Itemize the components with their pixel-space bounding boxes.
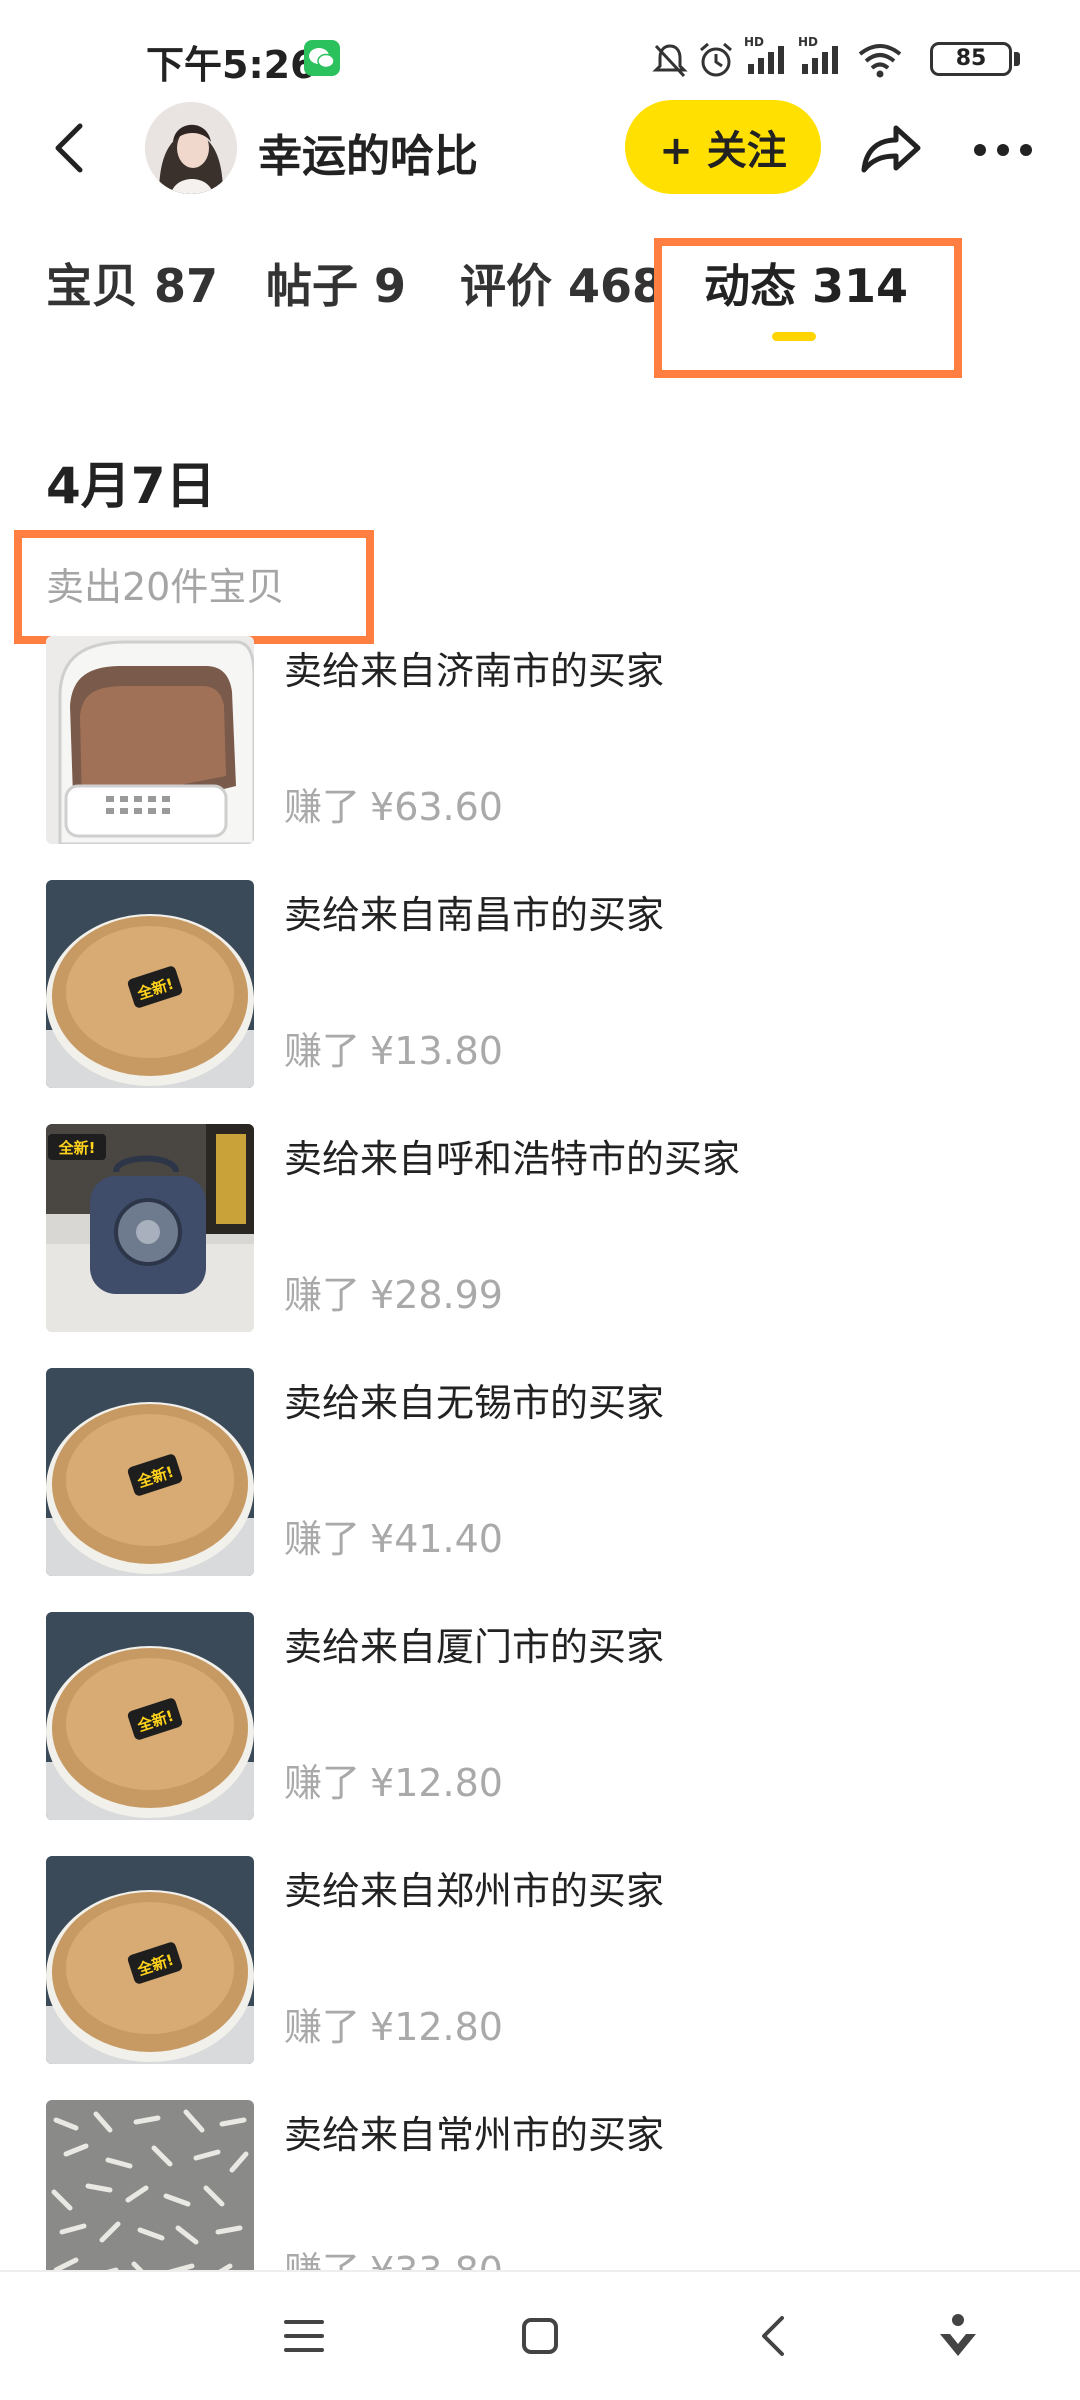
earned-amount: ¥28.99 (370, 1273, 503, 1317)
wechat-icon (304, 40, 340, 76)
more-dots-icon (974, 144, 1032, 156)
back-chevron-icon (762, 2316, 784, 2356)
date-heading: 4月7日 (46, 457, 216, 515)
earned-amount: ¥41.40 (370, 1517, 503, 1561)
earned-label: 赚了 (284, 1273, 361, 1317)
item-earned: 赚了 ¥12.80 (284, 1996, 503, 2051)
share-button[interactable] (858, 118, 924, 180)
cardboard-scratcher-image: 全新! (46, 1612, 254, 1820)
home-button[interactable] (500, 2296, 580, 2376)
more-button[interactable] (970, 120, 1036, 180)
item-earned: 赚了 ¥63.60 (284, 776, 503, 831)
battery-icon: 85 (930, 42, 1012, 76)
status-time: 下午5:26 (146, 43, 317, 87)
list-item[interactable]: 全新! 卖给来自厦门市的买家 赚了 ¥12.80 (46, 1612, 1046, 1822)
back-button[interactable] (42, 118, 102, 178)
svg-text:HD: HD (798, 35, 818, 49)
item-title: 卖给来自厦门市的买家 (284, 1625, 665, 1669)
product-badge-text: 全新! (58, 1139, 96, 1157)
item-title: 卖给来自郑州市的买家 (284, 1869, 665, 1913)
earned-amount: ¥63.60 (370, 785, 503, 829)
item-earned: 赚了 ¥41.40 (284, 1508, 503, 1563)
system-nav-bar (0, 2270, 1080, 2400)
signal-hd-icon: HD (798, 35, 838, 74)
profile-name[interactable]: 幸运的哈比 (258, 120, 478, 184)
item-earned: 赚了 ¥12.80 (284, 1752, 503, 1807)
item-title: 卖给来自无锡市的买家 (284, 1381, 665, 1425)
system-back-button[interactable] (736, 2296, 816, 2376)
tab-items[interactable]: 宝贝 87 (46, 250, 218, 316)
signal-hd-icon: HD (744, 35, 784, 74)
item-title: 卖给来自南昌市的买家 (284, 893, 665, 937)
tab-reviews[interactable]: 评价 468 (460, 250, 664, 316)
earned-label: 赚了 (284, 1029, 361, 1073)
item-earned: 赚了 ¥13.80 (284, 1020, 503, 1075)
list-item[interactable]: 全新! 卖给来自郑州市的买家 赚了 ¥12.80 (46, 1856, 1046, 2066)
item-title: 卖给来自常州市的买家 (284, 2113, 665, 2157)
recent-apps-button[interactable] (264, 2296, 344, 2376)
home-square-icon (522, 2318, 558, 2354)
avatar[interactable] (145, 102, 237, 194)
item-title: 卖给来自呼和浩特市的买家 (284, 1137, 741, 1181)
earned-amount: ¥12.80 (370, 2005, 503, 2049)
earned-label: 赚了 (284, 1517, 361, 1561)
item-title: 卖给来自济南市的买家 (284, 649, 665, 693)
earned-amount: ¥13.80 (370, 1029, 503, 1073)
list-item[interactable]: 全新! 卖给来自呼和浩特市的买家 赚了 ¥28.99 (46, 1124, 1046, 1334)
product-thumbnail[interactable] (46, 636, 254, 844)
avatar-image (145, 102, 237, 194)
product-thumbnail[interactable]: 全新! (46, 1612, 254, 1820)
earned-label: 赚了 (284, 1761, 361, 1805)
product-thumbnail[interactable]: 全新! (46, 1368, 254, 1576)
wifi-icon (858, 44, 902, 78)
assistant-button[interactable] (918, 2296, 998, 2376)
annotation-highlight-tab (654, 238, 962, 378)
mute-bell-icon (652, 44, 688, 78)
status-bar: 下午5:26 HD HD 85 (0, 0, 1080, 110)
pet-carrier-image: 全新! (46, 1124, 254, 1332)
product-thumbnail[interactable]: 全新! (46, 1856, 254, 2064)
assistant-icon (940, 2314, 976, 2356)
annotation-highlight-summary (14, 530, 374, 644)
cardboard-scratcher-image: 全新! (46, 880, 254, 1088)
list-item[interactable]: 全新! 卖给来自无锡市的买家 赚了 ¥41.40 (46, 1368, 1046, 1578)
earned-label: 赚了 (284, 2005, 361, 2049)
alarm-icon (700, 42, 732, 77)
product-thumbnail[interactable]: 全新! (46, 880, 254, 1088)
earned-amount: ¥12.80 (370, 1761, 503, 1805)
status-icons: HD HD 85 (650, 34, 1020, 84)
cardboard-scratcher-image: 全新! (46, 1856, 254, 2064)
product-thumbnail[interactable]: 全新! (46, 1124, 254, 1332)
litter-box-image (46, 636, 254, 844)
earned-label: 赚了 (284, 785, 361, 829)
menu-icon (284, 2320, 324, 2352)
follow-button[interactable]: + 关注 (625, 100, 821, 194)
svg-text:HD: HD (744, 35, 764, 49)
tab-posts[interactable]: 帖子 9 (266, 250, 406, 316)
share-icon (861, 125, 921, 173)
profile-header: 幸运的哈比 + 关注 (0, 100, 1080, 220)
item-earned: 赚了 ¥28.99 (284, 1264, 503, 1319)
list-item[interactable]: 卖给来自济南市的买家 赚了 ¥63.60 (46, 636, 1046, 846)
battery-nub (1014, 52, 1020, 66)
list-item[interactable]: 全新! 卖给来自南昌市的买家 赚了 ¥13.80 (46, 880, 1046, 1090)
cardboard-scratcher-image: 全新! (46, 1368, 254, 1576)
back-arrow-icon (55, 123, 83, 173)
